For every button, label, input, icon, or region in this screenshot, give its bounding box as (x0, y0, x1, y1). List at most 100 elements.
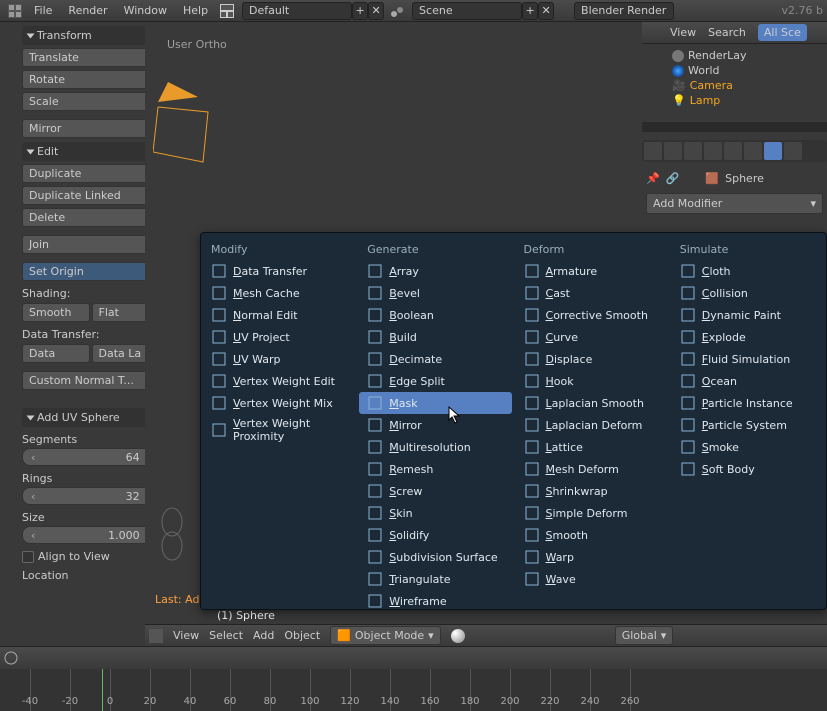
add-modifier-dropdown[interactable]: Add Modifier▾ (646, 193, 823, 214)
panel-edit[interactable]: Edit (22, 142, 159, 161)
tab-modifiers-icon[interactable] (764, 142, 782, 160)
modifier-decimate[interactable]: Decimate (359, 348, 511, 370)
outliner-search[interactable]: Search (708, 26, 746, 39)
menu-help[interactable]: Help (175, 4, 216, 17)
menu-file[interactable]: File (26, 4, 60, 17)
outliner-tree[interactable]: RenderLay World 🎥Camera 💡Lamp (642, 44, 827, 112)
modifier-subdivision-surface[interactable]: Subdivision Surface (359, 546, 511, 568)
timeline-ruler[interactable]: -40-200204060801001201401601802002202402… (0, 669, 827, 711)
modifier-dynamic-paint[interactable]: Dynamic Paint (672, 304, 824, 326)
modifier-hook[interactable]: Hook (516, 370, 668, 392)
segments-field[interactable]: ‹64› (22, 448, 159, 466)
modifier-uv-project[interactable]: UV Project (203, 326, 355, 348)
modifier-particle-system[interactable]: Particle System (672, 414, 824, 436)
modifier-wave[interactable]: Wave (516, 568, 668, 590)
modifier-simple-deform[interactable]: Simple Deform (516, 502, 668, 524)
scene-icon[interactable] (390, 4, 404, 18)
modifier-laplacian-smooth[interactable]: Laplacian Smooth (516, 392, 668, 414)
modifier-boolean[interactable]: Boolean (359, 304, 511, 326)
join-button[interactable]: Join (22, 235, 159, 254)
modifier-laplacian-deform[interactable]: Laplacian Deform (516, 414, 668, 436)
modifier-armature[interactable]: Armature (516, 260, 668, 282)
scale-button[interactable]: Scale (22, 92, 159, 111)
tab-render-icon[interactable] (644, 142, 662, 160)
modifier-build[interactable]: Build (359, 326, 511, 348)
modifier-mask[interactable]: Mask (359, 392, 511, 414)
modifier-array[interactable]: Array (359, 260, 511, 282)
modifier-triangulate[interactable]: Triangulate (359, 568, 511, 590)
size-field[interactable]: ‹1.000› (22, 526, 159, 544)
modifier-data-transfer[interactable]: Data Transfer (203, 260, 355, 282)
panel-transform[interactable]: Transform (22, 26, 159, 45)
outliner-row-world[interactable]: World (648, 63, 821, 78)
tab-constraints-icon[interactable] (744, 142, 762, 160)
modifier-vertex-weight-proximity[interactable]: Vertex Weight Proximity (203, 414, 355, 446)
nav-gizmo[interactable] (157, 502, 187, 562)
scene-add[interactable]: + (522, 2, 538, 20)
properties-tabs[interactable] (642, 140, 827, 162)
scene-close[interactable]: ✕ (538, 2, 554, 20)
scene-dropdown[interactable]: Scene (412, 2, 522, 20)
v3d-menu-view[interactable]: View (173, 629, 199, 642)
timeline-editor-icon[interactable] (4, 651, 18, 665)
modifier-particle-instance[interactable]: Particle Instance (672, 392, 824, 414)
layout-close[interactable]: ✕ (368, 2, 384, 20)
modifier-uv-warp[interactable]: UV Warp (203, 348, 355, 370)
translate-button[interactable]: Translate (22, 48, 159, 67)
duplicate-linked-button[interactable]: Duplicate Linked (22, 186, 159, 205)
modifier-mesh-deform[interactable]: Mesh Deform (516, 458, 668, 480)
modifier-fluid-simulation[interactable]: Fluid Simulation (672, 348, 824, 370)
modifier-smoke[interactable]: Smoke (672, 436, 824, 458)
v3d-menu-add[interactable]: Add (253, 629, 274, 642)
panel-add-uv-sphere[interactable]: Add UV Sphere (22, 408, 159, 427)
modifier-solidify[interactable]: Solidify (359, 524, 511, 546)
modifier-corrective-smooth[interactable]: Corrective Smooth (516, 304, 668, 326)
modifier-vertex-weight-edit[interactable]: Vertex Weight Edit (203, 370, 355, 392)
shading-icon[interactable] (451, 629, 465, 643)
layout-dropdown[interactable]: Default (242, 2, 352, 20)
delete-button[interactable]: Delete (22, 208, 159, 227)
tab-layers-icon[interactable] (664, 142, 682, 160)
custom-normal-button[interactable]: Custom Normal T... (22, 371, 159, 390)
outliner-row-renderlay[interactable]: RenderLay (648, 48, 821, 63)
modifier-lattice[interactable]: Lattice (516, 436, 668, 458)
align-to-view-check[interactable]: Align to View (22, 550, 159, 563)
data-button[interactable]: Data (22, 344, 90, 363)
modifier-cast[interactable]: Cast (516, 282, 668, 304)
modifier-vertex-weight-mix[interactable]: Vertex Weight Mix (203, 392, 355, 414)
layout-add[interactable]: + (352, 2, 368, 20)
screen-layout-icon[interactable] (220, 4, 234, 18)
modifier-screw[interactable]: Screw (359, 480, 511, 502)
editor-type-icon[interactable] (149, 629, 163, 643)
orientation-dropdown[interactable]: Global▾ (615, 626, 674, 645)
set-origin-dropdown[interactable]: Set Origin▸ (22, 262, 159, 281)
v3d-menu-object[interactable]: Object (284, 629, 320, 642)
modifier-mirror[interactable]: Mirror (359, 414, 511, 436)
modifier-curve[interactable]: Curve (516, 326, 668, 348)
timeline-cursor[interactable] (102, 669, 103, 711)
modifier-displace[interactable]: Displace (516, 348, 668, 370)
menu-window[interactable]: Window (116, 4, 175, 17)
modifier-skin[interactable]: Skin (359, 502, 511, 524)
modifier-wireframe[interactable]: Wireframe (359, 590, 511, 612)
pin-icon[interactable]: 📌 (646, 172, 660, 185)
render-engine-dropdown[interactable]: Blender Render (574, 2, 674, 20)
duplicate-button[interactable]: Duplicate (22, 164, 159, 183)
mode-dropdown[interactable]: 🟧 Object Mode▾ (330, 626, 441, 645)
modifier-multiresolution[interactable]: Multiresolution (359, 436, 511, 458)
outliner-row-camera[interactable]: 🎥Camera (648, 78, 821, 93)
modifier-bevel[interactable]: Bevel (359, 282, 511, 304)
rings-field[interactable]: ‹32› (22, 487, 159, 505)
outliner-row-lamp[interactable]: 💡Lamp (648, 93, 821, 108)
modifier-ocean[interactable]: Ocean (672, 370, 824, 392)
modifier-explode[interactable]: Explode (672, 326, 824, 348)
outliner-view[interactable]: View (670, 26, 696, 39)
tab-data-icon[interactable] (784, 142, 802, 160)
mirror-button[interactable]: Mirror (22, 119, 159, 138)
modifier-warp[interactable]: Warp (516, 546, 668, 568)
v3d-menu-select[interactable]: Select (209, 629, 243, 642)
tab-world-icon[interactable] (704, 142, 722, 160)
modifier-remesh[interactable]: Remesh (359, 458, 511, 480)
modifier-collision[interactable]: Collision (672, 282, 824, 304)
tab-object-icon[interactable] (724, 142, 742, 160)
